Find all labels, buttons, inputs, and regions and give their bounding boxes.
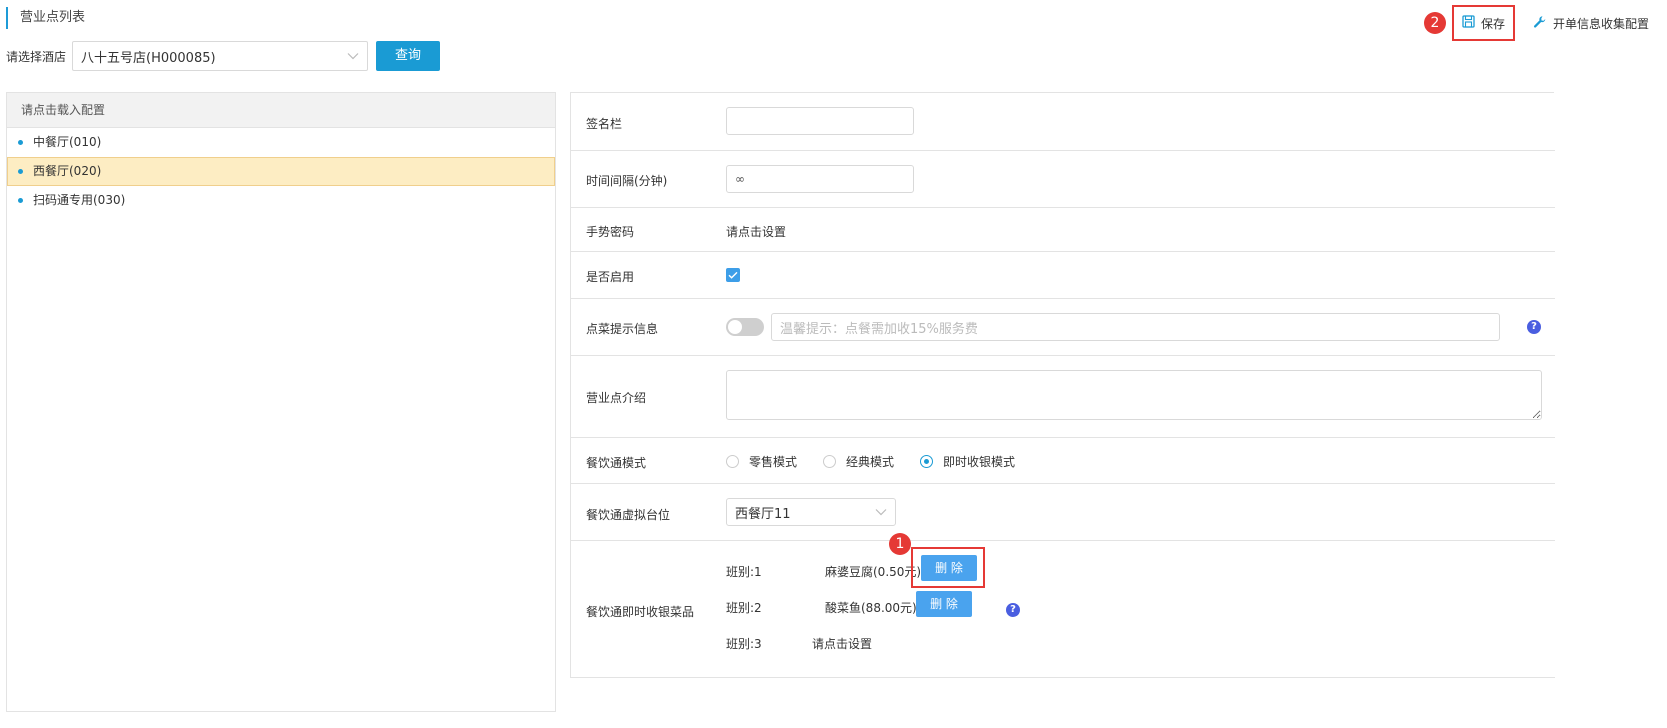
mode-option-retail[interactable]: 零售模式	[726, 453, 797, 470]
outlet-item-western[interactable]: 西餐厅(020)	[7, 157, 555, 186]
instant-dishes-row: 餐饮通即时收银菜品 班别:1 麻婆豆腐(0.50元) 1 删 除 班别:2 酸菜…	[571, 533, 1555, 678]
save-icon	[1462, 15, 1475, 31]
interval-label: 时间间隔(分钟)	[586, 174, 668, 188]
virtual-table-value: 西餐厅11	[735, 506, 791, 522]
delete-dish-button-1[interactable]: 删 除	[921, 555, 977, 581]
wrench-icon	[1533, 15, 1547, 32]
enabled-checkbox[interactable]	[726, 268, 740, 282]
virtual-table-select[interactable]: 西餐厅11	[726, 498, 896, 526]
outlet-config-form: 签名栏 时间间隔(分钟) ∞ 手势密码 请点击设置 是否启用 点菜提示信息 温馨…	[570, 92, 1555, 678]
hotel-select-value: 八十五号店(H000085)	[81, 50, 216, 66]
chevron-down-icon	[875, 505, 887, 520]
radio-selected-icon	[920, 455, 934, 468]
order-info-config-button[interactable]: 开单信息收集配置	[1533, 15, 1649, 32]
outlet-item-chinese[interactable]: 中餐厅(010)	[7, 128, 555, 157]
help-icon[interactable]: ?	[1006, 603, 1020, 617]
dish-set-link[interactable]: 请点击设置	[812, 635, 872, 652]
outlet-item-label: 中餐厅(010)	[33, 135, 102, 149]
step-badge-2: 2	[1423, 12, 1446, 34]
enabled-row: 是否启用	[571, 252, 1555, 299]
mode-option-label: 零售模式	[749, 455, 798, 469]
enabled-label: 是否启用	[586, 270, 635, 284]
interval-input[interactable]: ∞	[726, 165, 914, 193]
radio-icon	[726, 455, 739, 468]
tip-input[interactable]: 温馨提示：点餐需加收15%服务费	[771, 313, 1500, 341]
top-actions: 2 保存 开单信息收集配置	[1423, 5, 1649, 41]
dish-shift: 班别:3	[726, 637, 762, 651]
save-label: 保存	[1480, 16, 1505, 31]
chevron-down-icon	[347, 49, 359, 64]
bullet-icon	[18, 198, 23, 203]
delete-dish-button-2[interactable]: 删 除	[916, 591, 972, 617]
gesture-label: 手势密码	[586, 225, 635, 239]
tip-toggle[interactable]	[726, 318, 764, 336]
hotel-filter-row: 请选择酒店 八十五号店(H000085) 查询	[6, 41, 441, 71]
page-title: 营业点列表	[6, 7, 85, 29]
check-icon	[728, 271, 738, 279]
mode-label: 餐饮通模式	[586, 456, 647, 470]
dish-shift: 班别:2	[726, 601, 762, 615]
intro-textarea[interactable]	[726, 370, 1542, 420]
outlet-list-panel: 请点击载入配置 中餐厅(010) 西餐厅(020) 扫码通专用(030)	[6, 92, 556, 712]
tip-row: 点菜提示信息 温馨提示：点餐需加收15%服务费 ?	[571, 299, 1555, 356]
signature-input[interactable]	[726, 107, 914, 135]
mode-row: 餐饮通模式 零售模式 经典模式 即时收银模式	[571, 438, 1555, 484]
outlet-item-scan[interactable]: 扫码通专用(030)	[7, 186, 555, 215]
dish-name: 酸菜鱼(88.00元)	[825, 601, 917, 615]
signature-row: 签名栏	[571, 93, 1555, 151]
dish-shift: 班别:1	[726, 565, 762, 579]
tip-label: 点菜提示信息	[586, 322, 659, 336]
bullet-icon	[18, 169, 23, 174]
mode-option-label: 经典模式	[846, 455, 895, 469]
mode-radio-group: 零售模式 经典模式 即时收银模式	[726, 453, 1041, 470]
hotel-select[interactable]: 八十五号店(H000085)	[72, 41, 369, 71]
radio-icon	[823, 455, 837, 468]
virtual-table-row: 餐饮通虚拟台位 西餐厅11	[571, 484, 1555, 541]
intro-label: 营业点介绍	[586, 391, 647, 405]
order-info-config-label: 开单信息收集配置	[1552, 16, 1649, 31]
outlet-item-label: 扫码通专用(030)	[33, 193, 126, 207]
intro-row: 营业点介绍	[571, 356, 1555, 438]
hotel-label: 请选择酒店	[6, 49, 67, 64]
instant-dishes-label: 餐饮通即时收银菜品	[586, 605, 695, 619]
virtual-table-label: 餐饮通虚拟台位	[586, 508, 671, 522]
mode-option-instant[interactable]: 即时收银模式	[920, 453, 1015, 470]
outlet-item-label: 西餐厅(020)	[33, 164, 102, 178]
step-badge-1: 1	[889, 533, 911, 555]
dish-name: 麻婆豆腐(0.50元)	[825, 565, 922, 579]
toggle-knob	[728, 320, 742, 334]
bullet-icon	[18, 140, 23, 145]
mode-option-classic[interactable]: 经典模式	[823, 453, 894, 470]
outlet-list-header: 请点击载入配置	[7, 93, 555, 128]
gesture-set-link[interactable]: 请点击设置	[726, 223, 786, 240]
mode-option-label: 即时收银模式	[943, 455, 1016, 469]
signature-label: 签名栏	[586, 117, 623, 131]
gesture-row: 手势密码 请点击设置	[571, 208, 1555, 252]
save-button[interactable]: 保存	[1451, 5, 1515, 41]
interval-row: 时间间隔(分钟) ∞	[571, 151, 1555, 208]
help-icon[interactable]: ?	[1527, 320, 1541, 334]
query-button[interactable]: 查询	[376, 41, 441, 71]
